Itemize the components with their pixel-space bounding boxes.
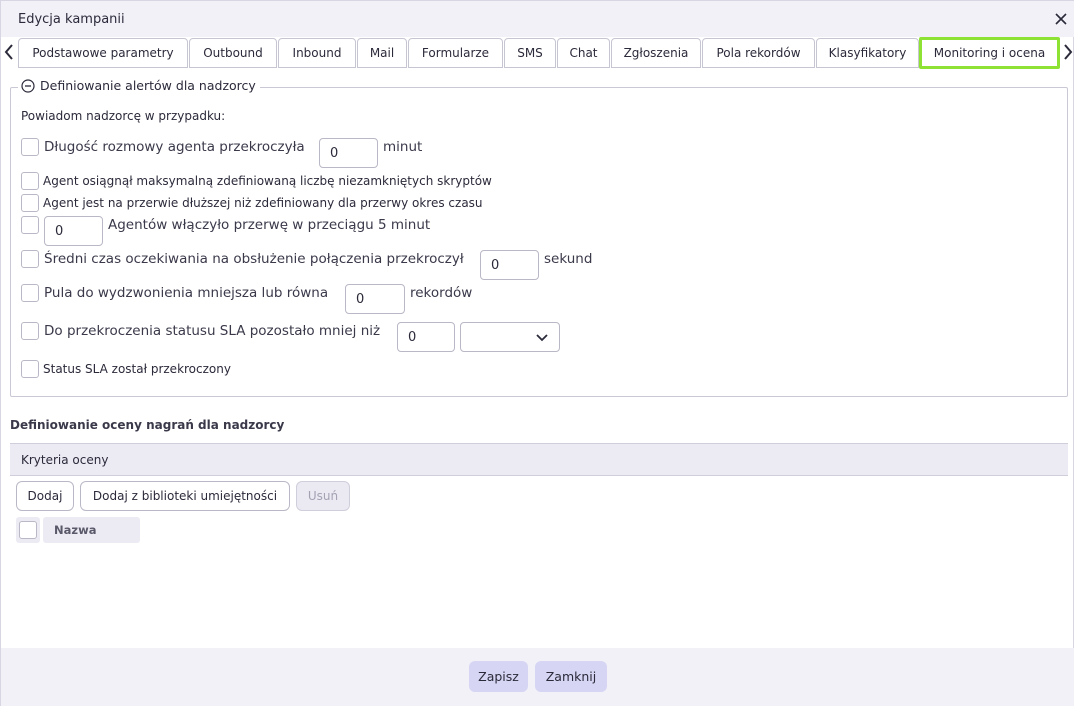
tab-formularze[interactable]: Formularze — [408, 38, 503, 68]
close-icon[interactable] — [1054, 12, 1068, 26]
criteria-header: Kryteria oceny — [10, 443, 1068, 476]
agents-break-checkbox[interactable] — [21, 216, 39, 234]
campaign-edit-dialog: Edycja kampanii Podstawowe parametry Out… — [0, 0, 1074, 706]
call-length-input[interactable]: 0 — [319, 138, 378, 168]
tab-mail[interactable]: Mail — [357, 38, 407, 68]
chevron-down-icon — [536, 334, 548, 342]
break-time-label: Agent jest na przerwie dłuższej niż zdef… — [43, 196, 483, 210]
call-length-unit: minut — [383, 139, 423, 155]
alerts-legend-label: Definiowanie alertów dla nadzorcy — [40, 78, 256, 93]
close-button[interactable]: Zamknij — [535, 661, 607, 692]
tab-klasyfikatory[interactable]: Klasyfikatory — [816, 38, 919, 68]
grid-column-name-label: Nazwa — [54, 523, 97, 537]
sla-left-input[interactable]: 0 — [397, 322, 455, 352]
call-length-checkbox[interactable] — [21, 138, 39, 156]
alerts-intro: Powiadom nadzorcę w przypadku: — [21, 109, 226, 123]
dialog-title: Edycja kampanii — [18, 12, 125, 27]
avg-wait-label: Średni czas oczekiwania na obsłużenie po… — [44, 251, 464, 267]
sla-exceeded-checkbox[interactable] — [21, 360, 39, 378]
tab-chat[interactable]: Chat — [557, 38, 610, 68]
scripts-label: Agent osiągnął maksymalną zdefiniowaną l… — [43, 174, 492, 188]
scripts-checkbox[interactable] — [21, 172, 39, 190]
avg-wait-checkbox[interactable] — [21, 250, 39, 268]
tab-inbound[interactable]: Inbound — [278, 38, 356, 68]
agents-break-label: Agentów włączyło przerwę w przeciągu 5 m… — [108, 217, 431, 233]
tab-pola-rekordow[interactable]: Pola rekordów — [702, 38, 815, 68]
tab-podstawowe-parametry[interactable]: Podstawowe parametry — [18, 38, 188, 68]
add-button[interactable]: Dodaj — [16, 481, 74, 511]
pool-unit: rekordów — [410, 285, 473, 301]
dialog-titlebar: Edycja kampanii — [1, 1, 1074, 37]
avg-wait-unit: sekund — [544, 251, 593, 267]
pool-label: Pula do wydzwonienia mniejsza lub równa — [44, 285, 329, 301]
tabs-scroll-right-icon[interactable] — [1061, 41, 1074, 63]
sla-left-checkbox[interactable] — [21, 322, 39, 340]
break-time-checkbox[interactable] — [21, 194, 39, 212]
remove-button[interactable]: Usuń — [296, 481, 350, 511]
save-button[interactable]: Zapisz — [469, 661, 528, 692]
add-from-library-button[interactable]: Dodaj z biblioteki umiejętności — [80, 481, 290, 511]
tab-outbound[interactable]: Outbound — [189, 38, 277, 68]
sla-unit-select[interactable] — [460, 322, 560, 352]
rating-section-title: Definiowanie oceny nagrań dla nadzorcy — [10, 418, 285, 432]
tab-monitoring-i-ocena[interactable]: Monitoring i ocena — [919, 37, 1060, 69]
grid-select-all — [16, 517, 40, 543]
pool-checkbox[interactable] — [21, 284, 39, 302]
sla-left-label: Do przekroczenia statusu SLA pozostało m… — [44, 323, 381, 339]
pool-input[interactable]: 0 — [345, 284, 405, 314]
select-all-checkbox[interactable] — [19, 521, 37, 539]
grid-column-name[interactable]: Nazwa — [43, 517, 140, 543]
avg-wait-input[interactable]: 0 — [480, 250, 539, 280]
tabs-scroll-left-icon[interactable] — [2, 41, 16, 63]
tab-zgloszenia[interactable]: Zgłoszenia — [611, 38, 701, 68]
alerts-legend: Definiowanie alertów dla nadzorcy — [18, 78, 260, 93]
criteria-header-label: Kryteria oceny — [21, 453, 109, 467]
collapse-minus-icon[interactable] — [21, 78, 35, 93]
agents-break-input[interactable]: 0 — [44, 216, 103, 246]
call-length-label: Długość rozmowy agenta przekroczyła — [44, 139, 305, 155]
tab-sms[interactable]: SMS — [504, 38, 556, 68]
sla-exceeded-label: Status SLA został przekroczony — [43, 362, 231, 376]
